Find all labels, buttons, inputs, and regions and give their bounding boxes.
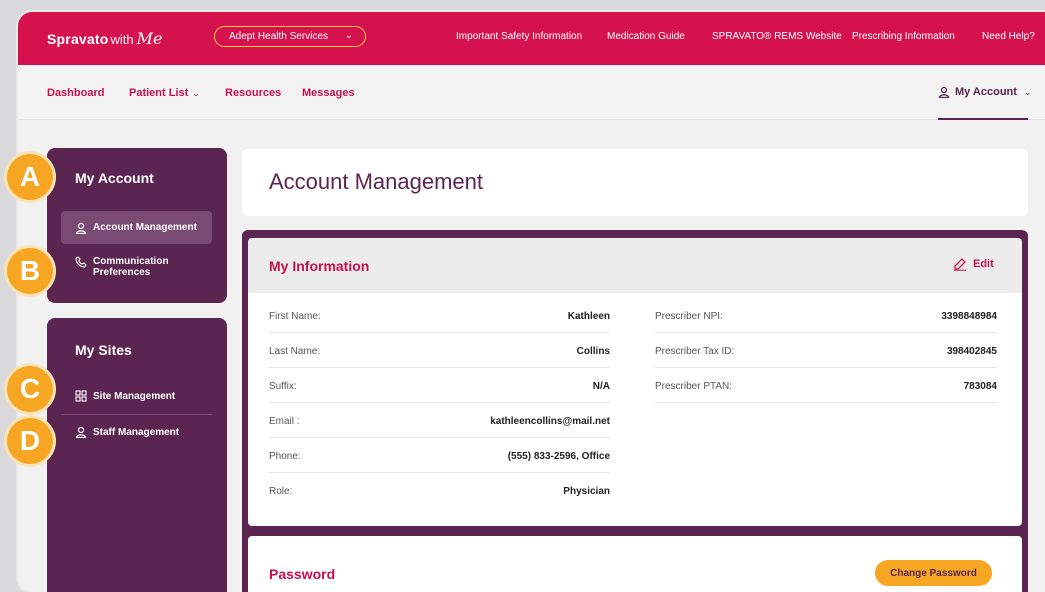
my-sites-sidebar: My Sites Site Management Staff Managemen… xyxy=(47,318,227,592)
sidebar-item-staff-management[interactable]: Staff Management xyxy=(61,426,212,438)
sidebar-item-communication-preferences[interactable]: Communication Preferences xyxy=(61,256,212,278)
field-last-name: Last Name: Collins xyxy=(269,333,610,368)
my-information-title: My Information xyxy=(269,258,370,274)
field-label: Role: xyxy=(269,486,293,497)
sidebar-item-label-line1: Communication xyxy=(93,256,169,267)
edit-icon xyxy=(954,258,966,271)
sites-icon xyxy=(75,390,87,402)
field-label: Email : xyxy=(269,416,300,427)
field-value: N/A xyxy=(592,381,610,392)
sidebar-item-site-management[interactable]: Site Management xyxy=(61,390,212,402)
field-value: (555) 833-2596, Office xyxy=(507,451,610,462)
my-sites-sidebar-title: My Sites xyxy=(75,342,132,358)
my-account-sidebar-title: My Account xyxy=(75,170,154,186)
sidebar-divider xyxy=(61,414,212,415)
field-label: Suffix: xyxy=(269,381,297,392)
annotation-badge-d: D xyxy=(7,418,53,464)
my-account-menu[interactable]: My Account ⌄ xyxy=(938,86,1031,98)
field-value: 783084 xyxy=(963,381,997,392)
nav-resources[interactable]: Resources xyxy=(225,87,281,99)
page-title: Account Management xyxy=(269,169,484,194)
field-suffix: Suffix: N/A xyxy=(269,368,610,403)
phone-icon xyxy=(75,256,87,268)
field-label: First Name: xyxy=(269,311,321,322)
chevron-down-icon: ⌄ xyxy=(1023,86,1032,97)
field-value: Collins xyxy=(576,346,610,357)
password-card: Password Change Password xyxy=(248,536,1022,592)
field-prescriber-npi: Prescriber NPI: 3398848984 xyxy=(655,298,997,333)
field-value: 3398848984 xyxy=(941,311,997,322)
nav-patient-list[interactable]: Patient List ⌄ xyxy=(129,87,200,99)
active-nav-underline xyxy=(938,118,1028,120)
field-role: Role: Physician xyxy=(269,473,610,508)
field-value: Kathleen xyxy=(567,311,610,322)
my-account-sidebar: My Account Account Management Communicat… xyxy=(47,148,227,303)
field-label: Prescriber NPI: xyxy=(655,311,723,322)
account-panel: My Information Edit First Name: Kathleen… xyxy=(242,230,1028,592)
field-first-name: First Name: Kathleen xyxy=(269,298,610,333)
field-value: 398402845 xyxy=(946,346,997,357)
change-password-button[interactable]: Change Password xyxy=(875,560,992,586)
field-label: Phone: xyxy=(269,451,301,462)
user-icon xyxy=(75,426,87,438)
important-safety-link[interactable]: Important Safety Information xyxy=(456,31,582,42)
sidebar-item-label: Account Management xyxy=(93,222,197,233)
chevron-down-icon: ⌄ xyxy=(192,88,200,98)
my-account-label: My Account xyxy=(955,86,1017,98)
sidebar-item-label: Site Management xyxy=(93,390,176,402)
my-information-header: My Information Edit xyxy=(248,238,1022,293)
field-label: Prescriber PTAN: xyxy=(655,381,733,392)
nav-patient-list-label: Patient List xyxy=(129,87,189,99)
user-icon xyxy=(938,86,950,98)
prescribing-info-link[interactable]: Prescribing Information xyxy=(852,31,955,42)
rems-website-link[interactable]: SPRAVATO® REMS Website xyxy=(712,31,842,42)
need-help-link[interactable]: Need Help? xyxy=(982,31,1035,42)
field-prescriber-tax-id: Prescriber Tax ID: 398402845 xyxy=(655,333,997,368)
top-bar: Spravato with Me Adept Health Services ⌄… xyxy=(18,12,1045,65)
app-frame: Spravato with Me Adept Health Services ⌄… xyxy=(18,12,1045,592)
annotation-badge-b: B xyxy=(7,248,53,294)
field-value: Physician xyxy=(563,486,610,497)
user-icon xyxy=(75,222,87,234)
annotation-badge-c: C xyxy=(7,366,53,412)
field-prescriber-ptan: Prescriber PTAN: 783084 xyxy=(655,368,997,403)
my-information-card: My Information Edit First Name: Kathleen… xyxy=(248,238,1022,526)
utility-links: Important Safety Information Medication … xyxy=(18,31,1045,45)
field-email: Email : kathleencollins@mail.net xyxy=(269,403,610,438)
sidebar-item-label: Staff Management xyxy=(93,426,180,438)
sidebar-item-label-line2: Preferences xyxy=(93,267,151,278)
password-title: Password xyxy=(269,566,336,582)
field-phone: Phone: (555) 833-2596, Office xyxy=(269,438,610,473)
field-label: Last Name: xyxy=(269,346,321,357)
sidebar-item-label: Communication Preferences xyxy=(93,256,169,278)
sidebar-item-account-management[interactable]: Account Management xyxy=(61,211,212,244)
field-label: Prescriber Tax ID: xyxy=(655,346,735,357)
nav-messages[interactable]: Messages xyxy=(302,87,355,99)
field-value: kathleencollins@mail.net xyxy=(490,416,610,427)
main-nav: Dashboard Patient List ⌄ Resources Messag… xyxy=(18,65,1045,120)
edit-button-label: Edit xyxy=(973,258,994,270)
annotation-badge-a: A xyxy=(7,154,53,200)
medication-guide-link[interactable]: Medication Guide xyxy=(607,31,685,42)
nav-dashboard[interactable]: Dashboard xyxy=(47,87,104,99)
page-title-card: Account Management xyxy=(242,149,1028,216)
edit-button[interactable]: Edit xyxy=(953,257,994,271)
